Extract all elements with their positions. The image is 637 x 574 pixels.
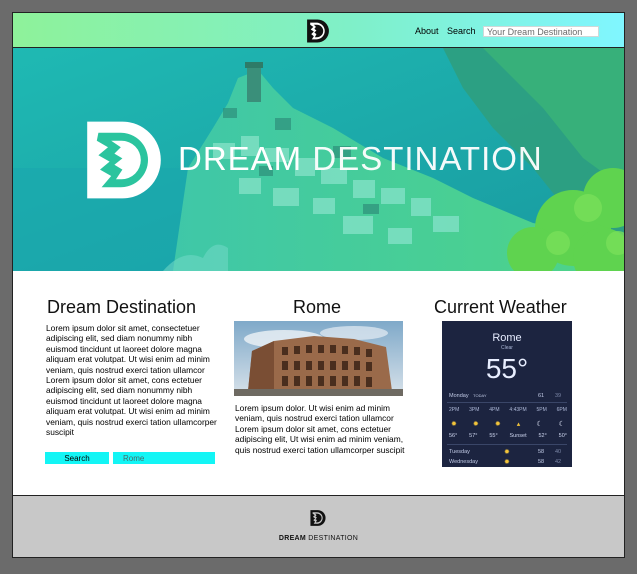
sun-icon: ✹ <box>504 449 510 456</box>
destination-search-input[interactable] <box>483 26 599 37</box>
footer-logo-icon[interactable] <box>309 509 327 527</box>
weather-hour-icons: ✹ ✹ ✹ ▴ ☾ ☾ <box>451 420 565 428</box>
weather-third-day: Wednesday <box>449 459 478 465</box>
brand-logo-icon[interactable] <box>305 18 331 44</box>
hero-title-light: DESTINATION <box>312 140 543 177</box>
weather-city: Rome <box>492 332 522 344</box>
page-footer: DREAM DESTINATION <box>13 495 624 557</box>
sun-icon: ✹ <box>504 459 510 466</box>
weather-third-high: 58 <box>538 459 545 465</box>
left-column-text: Lorem ipsum dolor sit amet, consectetuer… <box>46 323 217 438</box>
top-nav-bar: About Search <box>13 13 624 48</box>
hour-label: 3PM <box>469 407 480 413</box>
footer-brand-light: DESTINATION <box>308 535 359 542</box>
page-frame: About Search Your Dream Destination DREA… <box>12 12 625 558</box>
hour-temp: Sunset <box>509 433 527 439</box>
hour-temp: 55° <box>489 433 498 439</box>
middle-column-title: Rome <box>293 297 342 317</box>
weather-next-day: Tuesday <box>449 449 470 455</box>
hour-temp: 56° <box>449 433 458 439</box>
hour-temp: 52° <box>538 433 547 439</box>
hour-label: 4PM <box>489 407 500 413</box>
weather-hours: 2PM 3PM 4PM 4:43PM 5PM 6PM <box>449 407 567 413</box>
footer-brand-bold: DREAM <box>278 535 307 542</box>
weather-today-high: 61 <box>538 393 545 399</box>
left-column-title: Dream Destination <box>47 297 197 317</box>
weather-next-low: 40 <box>555 449 562 455</box>
weather-divider <box>447 444 567 445</box>
hour-label: 2PM <box>449 407 460 413</box>
weather-temperature: 55° <box>485 353 529 384</box>
hour-label: 5PM <box>536 407 547 413</box>
nav-link-search[interactable]: Search <box>447 26 476 36</box>
sunset-icon: ▴ <box>516 421 521 428</box>
middle-column-text: Lorem ipsum dolor. Ut wisi enim ad minim… <box>235 403 405 455</box>
hour-temp: 57° <box>469 433 478 439</box>
search-button[interactable]: Search <box>45 452 109 464</box>
hero-banner: DREAM DESTINATION <box>13 48 624 271</box>
weather-divider <box>447 402 567 403</box>
moon-icon: ☾ <box>558 421 565 428</box>
weather-third-low: 42 <box>555 459 562 465</box>
weather-widget: Rome Clear 55° Monday TODAY 61 39 2PM 3P… <box>442 321 572 467</box>
weather-today-low: 39 <box>555 393 562 399</box>
nav-link-about[interactable]: About <box>415 26 439 36</box>
sun-icon: ✹ <box>494 421 501 428</box>
colosseum-image <box>234 321 403 396</box>
hour-label: 6PM <box>556 407 567 413</box>
weather-next-high: 58 <box>538 449 545 455</box>
weather-day: Monday <box>449 393 469 399</box>
hour-temp: 50° <box>558 433 567 439</box>
sun-icon: ✹ <box>451 421 457 428</box>
weather-today-row: Monday TODAY <box>449 393 487 399</box>
hero-logo-icon <box>87 121 161 199</box>
moon-icon: ☾ <box>536 421 543 428</box>
city-search-input[interactable] <box>113 452 215 464</box>
sun-icon: ✹ <box>472 421 479 428</box>
hero-title-bold: DREAM <box>178 140 303 177</box>
weather-condition: Clear <box>501 345 513 351</box>
hour-label: 4:43PM <box>509 407 527 413</box>
hero-title: DREAM DESTINATION <box>178 140 543 178</box>
weather-hour-temps: 56° 57° 55° Sunset 52° 50° <box>449 433 567 439</box>
weather-day-tag: TODAY <box>473 393 487 398</box>
right-column-title: Current Weather <box>434 297 567 317</box>
footer-brand: DREAM DESTINATION <box>13 535 624 542</box>
